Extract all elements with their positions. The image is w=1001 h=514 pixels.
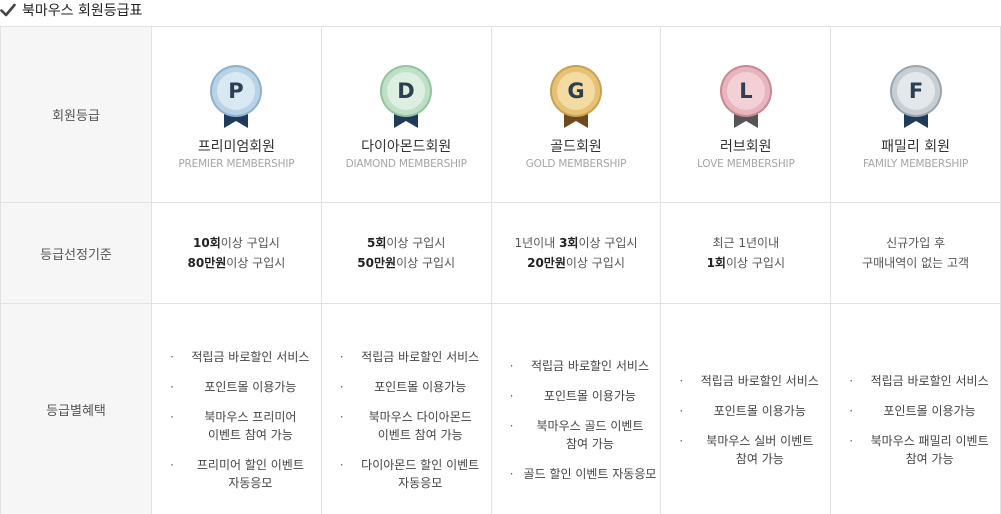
criteria-text: 이상 구입시	[396, 256, 456, 270]
benefit-item: 포인트몰 이용가능	[340, 378, 491, 396]
benefit-list: 적립금 바로할인 서비스포인트몰 이용가능북마우스 골드 이벤트참여 가능골드 …	[510, 357, 661, 483]
svg-text:P: P	[229, 79, 244, 103]
title-text: 북마우스 회원등급표	[22, 3, 143, 19]
benefit-row: 등급별혜택 적립금 바로할인 서비스포인트몰 이용가능북마우스 프리미어이벤트 …	[0, 303, 1001, 514]
criteria-value: 10회	[193, 236, 221, 250]
criteria-text: 구매내역이 없는 고객	[862, 256, 970, 270]
criteria-value: 5회	[366, 236, 387, 250]
criteria-text: 이상 구입시	[725, 256, 785, 270]
svg-text:F: F	[908, 79, 922, 103]
criteria-line: 80만원이상 구입시	[152, 253, 321, 273]
benefit-item: 북마우스 프리미어이벤트 참여 가능	[170, 408, 321, 444]
criteria-value: 20만원	[527, 256, 566, 270]
criteria-text: 이상 구입시	[565, 256, 625, 270]
benefit-item: 북마우스 패밀리 이벤트참여 가능	[849, 432, 1000, 468]
criteria-cell-family: 신규가입 후구매내역이 없는 고객	[830, 202, 1001, 304]
medal-gold-icon: G	[549, 64, 602, 128]
benefit-list: 적립금 바로할인 서비스포인트몰 이용가능북마우스 다이아몬드이벤트 참여 가능…	[340, 348, 491, 492]
checkmark-icon	[0, 2, 18, 18]
svg-text:L: L	[739, 79, 752, 103]
grade-cell-love: L 러브회원 LOVE MEMBERSHIP	[660, 26, 832, 203]
benefit-list: 적립금 바로할인 서비스포인트몰 이용가능북마우스 프리미어이벤트 참여 가능프…	[170, 348, 321, 492]
level-en-gold: GOLD MEMBERSHIP	[525, 157, 627, 170]
criteria-text: 이상 구입시	[226, 256, 286, 270]
level-name-family: 패밀리 회원	[881, 138, 951, 155]
criteria-line: 5회이상 구입시	[322, 233, 491, 253]
benefit-item: 적립금 바로할인 서비스	[510, 357, 661, 375]
level-name-premier: 프리미엄회원	[197, 138, 276, 155]
criteria-prefix: 1년이내	[514, 236, 560, 250]
criteria-line: 신규가입 후	[831, 233, 1000, 253]
criteria-row: 등급선정기준 10회이상 구입시 80만원이상 구입시 5회이상 구입시 50만원이상…	[0, 202, 1001, 304]
level-name-love: 러브회원	[720, 138, 772, 155]
criteria-text: 이상 구입시	[386, 236, 446, 250]
medal-family-icon: F	[889, 64, 942, 128]
benefits-cell-diamond: 적립금 바로할인 서비스포인트몰 이용가능북마우스 다이아몬드이벤트 참여 가능…	[320, 303, 492, 514]
benefit-item: 포인트몰 이용가능	[510, 387, 661, 405]
benefit-item: 포인트몰 이용가능	[170, 378, 321, 396]
criteria-line: 1회이상 구입시	[661, 253, 830, 273]
grade-cell-premier: P 프리미엄회원 PREMIER MEMBERSHIP	[151, 26, 322, 203]
benefits-cell-premier: 적립금 바로할인 서비스포인트몰 이용가능북마우스 프리미어이벤트 참여 가능프…	[151, 303, 322, 514]
criteria-cell-gold: 1년이내 3회이상 구입시 20만원이상 구입시	[490, 202, 662, 304]
criteria-line: 50만원이상 구입시	[322, 253, 491, 273]
criteria-value: 3회	[559, 236, 579, 250]
criteria-text: 최근 1년이내	[712, 236, 780, 250]
criteria-text: 이상 구입시	[578, 236, 638, 250]
benefits-cell-family: 적립금 바로할인 서비스포인트몰 이용가능북마우스 패밀리 이벤트참여 가능	[830, 303, 1001, 514]
benefit-item: 북마우스 실버 이벤트참여 가능	[679, 432, 830, 468]
row-header-benefits: 등급별혜택	[0, 303, 152, 514]
benefit-list: 적립금 바로할인 서비스포인트몰 이용가능북마우스 실버 이벤트참여 가능	[679, 372, 830, 468]
criteria-value: 50만원	[357, 256, 397, 270]
membership-grade-table: 회원등급 P 프리미엄회원 PREMIER MEMBERSHIP D 다이아몬드회원 DI…	[0, 26, 1001, 514]
benefits-cell-gold: 적립금 바로할인 서비스포인트몰 이용가능북마우스 골드 이벤트참여 가능골드 …	[490, 303, 662, 514]
level-name-gold: 골드회원	[550, 138, 602, 155]
benefit-item: 적립금 바로할인 서비스	[170, 348, 321, 366]
benefit-item: 포인트몰 이용가능	[849, 402, 1000, 420]
benefit-item: 북마우스 다이아몬드이벤트 참여 가능	[340, 408, 491, 444]
criteria-value: 80만원	[187, 256, 227, 270]
row-header-criteria: 등급선정기준	[0, 202, 152, 304]
criteria-line: 최근 1년이내	[661, 233, 830, 253]
benefit-item: 적립금 바로할인 서비스	[340, 348, 491, 366]
criteria-line: 20만원이상 구입시	[492, 253, 661, 273]
level-en-premier: PREMIER MEMBERSHIP	[178, 157, 295, 170]
benefit-list: 적립금 바로할인 서비스포인트몰 이용가능북마우스 패밀리 이벤트참여 가능	[849, 372, 1000, 468]
benefit-item: 북마우스 골드 이벤트참여 가능	[510, 417, 661, 453]
level-name-diamond: 다이아몬드회원	[361, 138, 452, 155]
grade-cell-diamond: D 다이아몬드회원 DIAMOND MEMBERSHIP	[320, 26, 492, 203]
criteria-cell-premier: 10회이상 구입시 80만원이상 구입시	[151, 202, 322, 304]
benefit-item: 다이아몬드 할인 이벤트자동응모	[340, 456, 491, 492]
criteria-value: 1회	[706, 256, 726, 270]
grade-cell-family: F 패밀리 회원 FAMILY MEMBERSHIP	[830, 26, 1001, 203]
criteria-line: 1년이내 3회이상 구입시	[492, 233, 661, 253]
benefit-item: 포인트몰 이용가능	[679, 402, 830, 420]
criteria-cell-love: 최근 1년이내 1회이상 구입시	[660, 202, 832, 304]
row-header-grade: 회원등급	[0, 26, 152, 203]
benefit-item: 적립금 바로할인 서비스	[849, 372, 1000, 390]
criteria-cell-diamond: 5회이상 구입시 50만원이상 구입시	[320, 202, 492, 304]
grade-cell-gold: G 골드회원 GOLD MEMBERSHIP	[490, 26, 662, 203]
criteria-line: 10회이상 구입시	[152, 233, 321, 253]
benefit-item: 골드 할인 이벤트 자동응모	[510, 465, 661, 483]
criteria-text: 신규가입 후	[886, 236, 946, 250]
criteria-text: 이상 구입시	[220, 236, 280, 250]
benefits-cell-love: 적립금 바로할인 서비스포인트몰 이용가능북마우스 실버 이벤트참여 가능	[660, 303, 832, 514]
level-en-diamond: DIAMOND MEMBERSHIP	[345, 157, 467, 170]
level-en-love: LOVE MEMBERSHIP	[696, 157, 795, 170]
benefit-item: 적립금 바로할인 서비스	[679, 372, 830, 390]
level-en-family: FAMILY MEMBERSHIP	[863, 157, 969, 170]
svg-text:G: G	[567, 79, 584, 103]
page-title: 북마우스 회원등급표	[0, 0, 142, 20]
medal-premier-icon: P	[210, 64, 263, 128]
medal-diamond-icon: D	[380, 64, 433, 128]
grade-row: 회원등급 P 프리미엄회원 PREMIER MEMBERSHIP D 다이아몬드회원 DI…	[0, 26, 1001, 203]
medal-love-icon: L	[719, 64, 772, 128]
svg-text:D: D	[397, 79, 414, 103]
benefit-item: 프리미어 할인 이벤트자동응모	[170, 456, 321, 492]
criteria-line: 구매내역이 없는 고객	[831, 253, 1000, 273]
